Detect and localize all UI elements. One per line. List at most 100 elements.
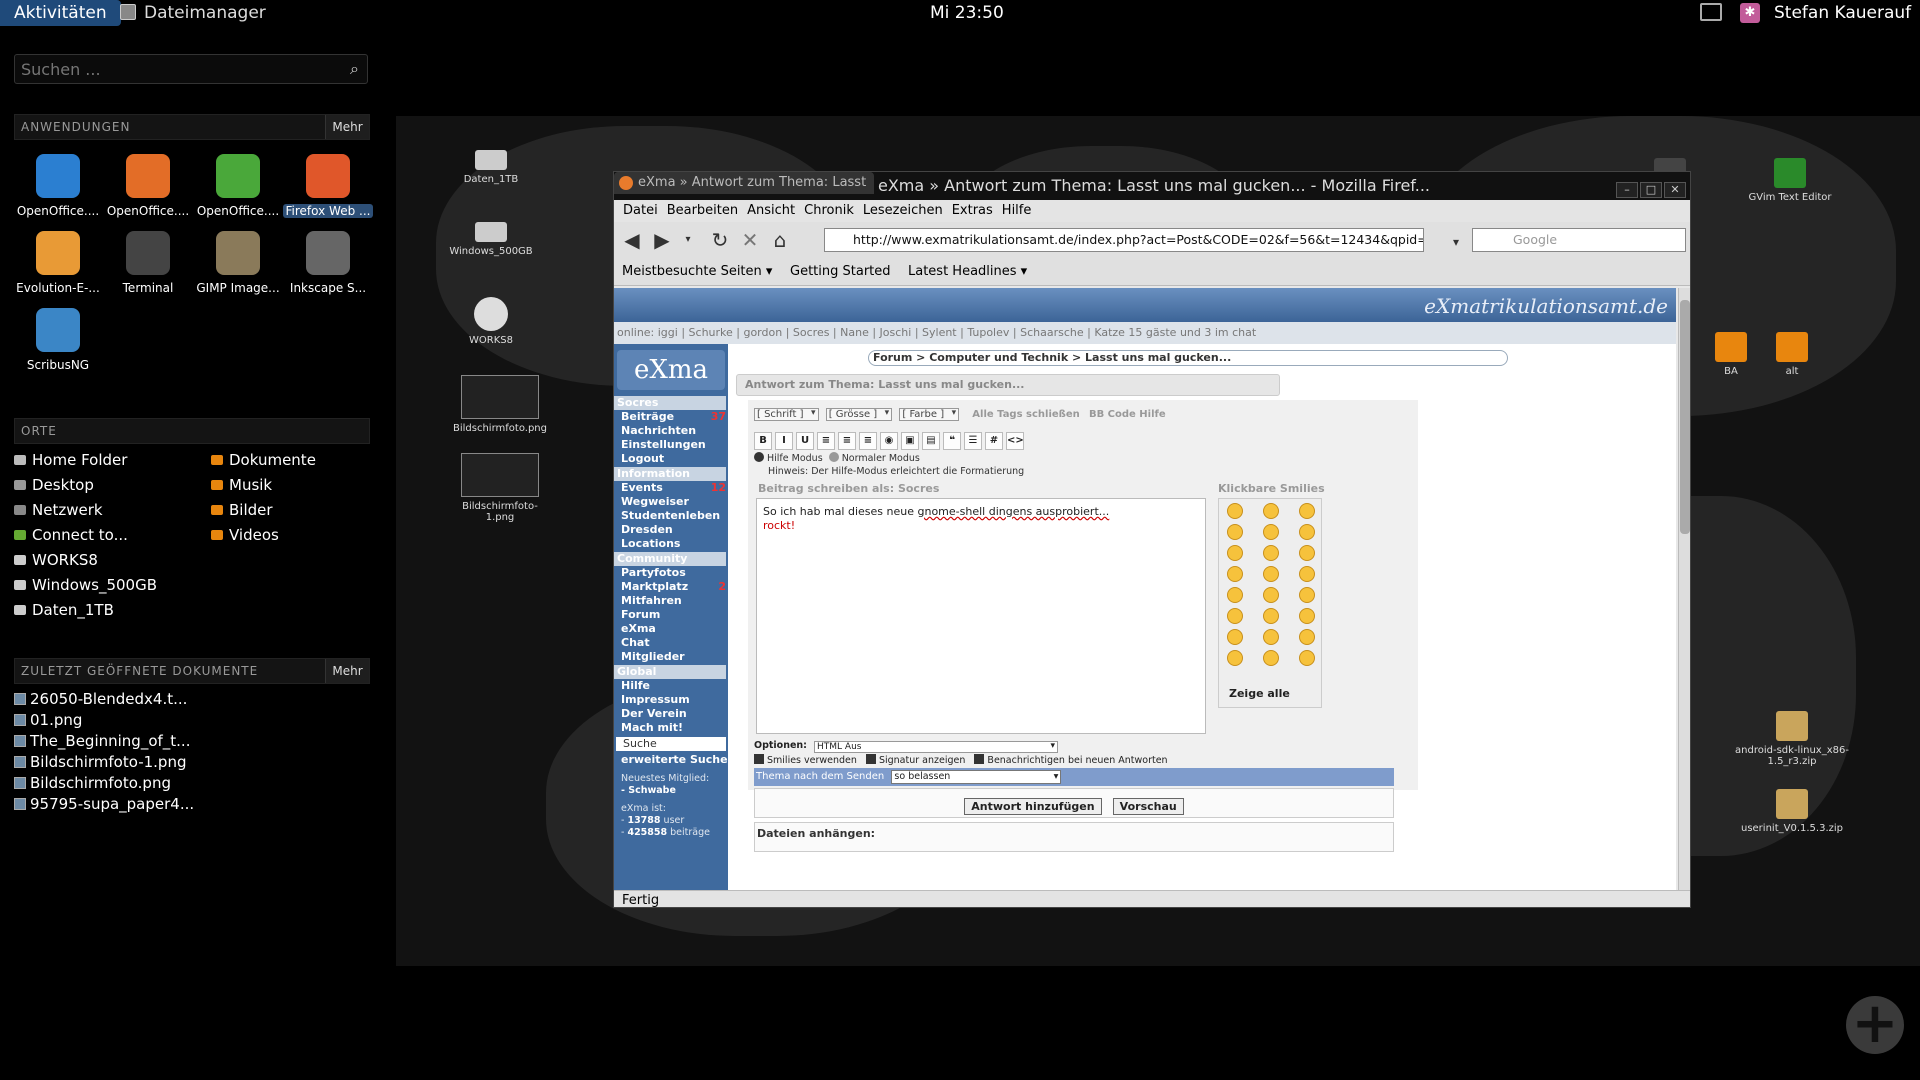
sidebar-link[interactable]: Studentenleben bbox=[614, 509, 728, 523]
sidebar-search-input[interactable]: Suche bbox=[616, 737, 726, 751]
format-button[interactable]: ≡ bbox=[817, 432, 835, 450]
smiley-icon[interactable] bbox=[1263, 650, 1279, 666]
app-launcher[interactable]: GIMP Image... bbox=[193, 231, 283, 295]
smiley-icon[interactable] bbox=[1227, 629, 1243, 645]
breadcrumb-forum[interactable]: Forum bbox=[873, 351, 912, 364]
preview-button[interactable]: Vorschau bbox=[1112, 798, 1184, 815]
sidebar-link[interactable]: Mach mit! bbox=[614, 721, 728, 735]
desktop-icon[interactable]: android-sdk-linux_x86-1.5_r3.zip bbox=[1727, 711, 1857, 767]
sidebar-link[interactable]: Wegweiser bbox=[614, 495, 728, 509]
smiley-icon[interactable] bbox=[1227, 503, 1243, 519]
smilies-checkbox[interactable] bbox=[754, 754, 764, 764]
format-button[interactable]: # bbox=[985, 432, 1003, 450]
bookmark-getting-started[interactable]: Getting Started bbox=[790, 264, 891, 279]
place-item[interactable]: Connect to... bbox=[14, 526, 128, 544]
size-select[interactable]: [ Grösse ] bbox=[825, 408, 893, 421]
bookmark-latest-headlines[interactable]: Latest Headlines ▾ bbox=[908, 264, 1027, 279]
app-launcher[interactable]: Firefox Web ... bbox=[283, 154, 373, 218]
sidebar-link[interactable]: Einstellungen bbox=[614, 438, 728, 452]
smiley-icon[interactable] bbox=[1263, 608, 1279, 624]
sidebar-link[interactable]: Locations bbox=[614, 537, 728, 551]
sidebar-link[interactable]: Chat bbox=[614, 636, 728, 650]
search-input[interactable] bbox=[21, 59, 321, 79]
menu-item[interactable]: Hilfe bbox=[1002, 200, 1032, 222]
window-titlebar[interactable]: eXma » Antwort zum Thema: Lasst eXma » A… bbox=[614, 172, 1690, 200]
sidebar-link[interactable]: Dresden bbox=[614, 523, 728, 537]
smiley-icon[interactable] bbox=[1299, 524, 1315, 540]
forward-button[interactable]: ▶ bbox=[650, 228, 674, 252]
normal-mode-radio[interactable] bbox=[828, 452, 839, 462]
reload-button[interactable]: ↻ bbox=[708, 228, 732, 252]
smiley-icon[interactable] bbox=[1299, 503, 1315, 519]
page-scrollbar[interactable] bbox=[1678, 288, 1690, 890]
place-item[interactable]: Musik bbox=[211, 476, 272, 494]
smiley-icon[interactable] bbox=[1263, 545, 1279, 561]
notify-checkbox[interactable] bbox=[974, 754, 985, 764]
sidebar-link[interactable]: Mitglieder bbox=[614, 650, 728, 664]
format-button[interactable]: ▣ bbox=[901, 432, 919, 450]
app-menu[interactable]: Dateimanager bbox=[120, 0, 266, 26]
place-item[interactable]: Home Folder bbox=[14, 451, 127, 469]
bookmark-most-visited[interactable]: Meistbesuchte Seiten ▾ bbox=[622, 264, 772, 279]
menu-item[interactable]: Datei bbox=[623, 200, 658, 222]
help-mode-radio[interactable] bbox=[754, 452, 764, 462]
smiley-icon[interactable] bbox=[1227, 566, 1243, 582]
sidebar-link[interactable]: Partyfotos bbox=[614, 566, 728, 580]
add-workspace-button[interactable]: + bbox=[1846, 996, 1904, 1054]
desktop-icon[interactable]: GVim Text Editor bbox=[1740, 158, 1840, 203]
smiley-icon[interactable] bbox=[1299, 566, 1315, 582]
clock[interactable]: Mi 23:50 bbox=[930, 0, 1004, 26]
sidebar-link[interactable]: Der Verein bbox=[614, 707, 728, 721]
smiley-icon[interactable] bbox=[1227, 524, 1243, 540]
desktop-icon[interactable]: Bildschirmfoto.png bbox=[450, 375, 550, 434]
desktop-icon[interactable]: WORKS8 bbox=[441, 297, 541, 346]
smiley-icon[interactable] bbox=[1227, 608, 1243, 624]
format-button[interactable]: ≡ bbox=[838, 432, 856, 450]
sidebar-link[interactable]: Logout bbox=[614, 452, 728, 466]
newest-member-name[interactable]: - Schwabe bbox=[621, 785, 676, 796]
sidebar-link[interactable]: eXma bbox=[614, 622, 728, 636]
smiley-icon[interactable] bbox=[1227, 650, 1243, 666]
app-launcher[interactable]: Terminal bbox=[103, 231, 193, 295]
format-button[interactable]: ◉ bbox=[880, 432, 898, 450]
breadcrumb-category[interactable]: Computer und Technik bbox=[929, 351, 1068, 364]
place-item[interactable]: WORKS8 bbox=[14, 551, 98, 569]
browser-tab[interactable]: eXma » Antwort zum Thema: Lasst bbox=[614, 172, 874, 194]
smiley-icon[interactable] bbox=[1299, 545, 1315, 561]
sidebar-link[interactable]: Hilfe bbox=[614, 679, 728, 693]
post-textarea[interactable]: So ich hab mal dieses neue gnome-shell d… bbox=[756, 498, 1206, 734]
sidebar-link[interactable]: Forum bbox=[614, 608, 728, 622]
desktop-icon[interactable]: Bildschirmfoto-1.png bbox=[450, 453, 550, 523]
recent-item[interactable]: Bildschirmfoto-1.png bbox=[14, 753, 186, 771]
format-button[interactable]: U bbox=[796, 432, 814, 450]
bbcode-help-link[interactable]: BB Code Hilfe bbox=[1089, 409, 1166, 420]
menu-item[interactable]: Lesezeichen bbox=[863, 200, 943, 222]
desktop-icon[interactable]: Daten_1TB bbox=[441, 150, 541, 185]
sidebar-link[interactable]: Impressum bbox=[614, 693, 728, 707]
user-menu[interactable]: Stefan Kauerauf bbox=[1774, 0, 1911, 26]
recent-item[interactable]: 01.png bbox=[14, 711, 82, 729]
scrollbar-thumb[interactable] bbox=[1680, 300, 1690, 534]
close-tags-link[interactable]: Alle Tags schließen bbox=[972, 409, 1079, 420]
site-brand-logo[interactable]: eXma bbox=[617, 350, 725, 390]
place-item[interactable]: Daten_1TB bbox=[14, 601, 114, 619]
format-button[interactable]: I bbox=[775, 432, 793, 450]
recent-item[interactable]: Bildschirmfoto.png bbox=[14, 774, 171, 792]
back-button[interactable]: ◀ bbox=[620, 228, 644, 252]
format-button[interactable]: B bbox=[754, 432, 772, 450]
maximize-button[interactable]: □ bbox=[1640, 182, 1662, 198]
url-dropdown[interactable]: ▾ bbox=[1444, 230, 1468, 254]
smiley-icon[interactable] bbox=[1299, 608, 1315, 624]
sidebar-link[interactable]: Marktplatz 2 bbox=[614, 580, 728, 594]
place-item[interactable]: Netzwerk bbox=[14, 501, 103, 519]
smiley-icon[interactable] bbox=[1299, 629, 1315, 645]
desktop-icon[interactable]: Windows_500GB bbox=[441, 222, 541, 257]
add-reply-button[interactable]: Antwort hinzufügen bbox=[964, 798, 1102, 815]
sidebar-link[interactable]: Events 12 bbox=[614, 481, 728, 495]
app-launcher[interactable]: OpenOffice.... bbox=[103, 154, 193, 218]
history-dropdown[interactable]: ▾ bbox=[676, 228, 700, 252]
network-icon[interactable] bbox=[1700, 3, 1722, 21]
minimize-button[interactable]: – bbox=[1616, 182, 1638, 198]
place-item[interactable]: Dokumente bbox=[211, 451, 316, 469]
signature-checkbox[interactable] bbox=[865, 754, 876, 764]
